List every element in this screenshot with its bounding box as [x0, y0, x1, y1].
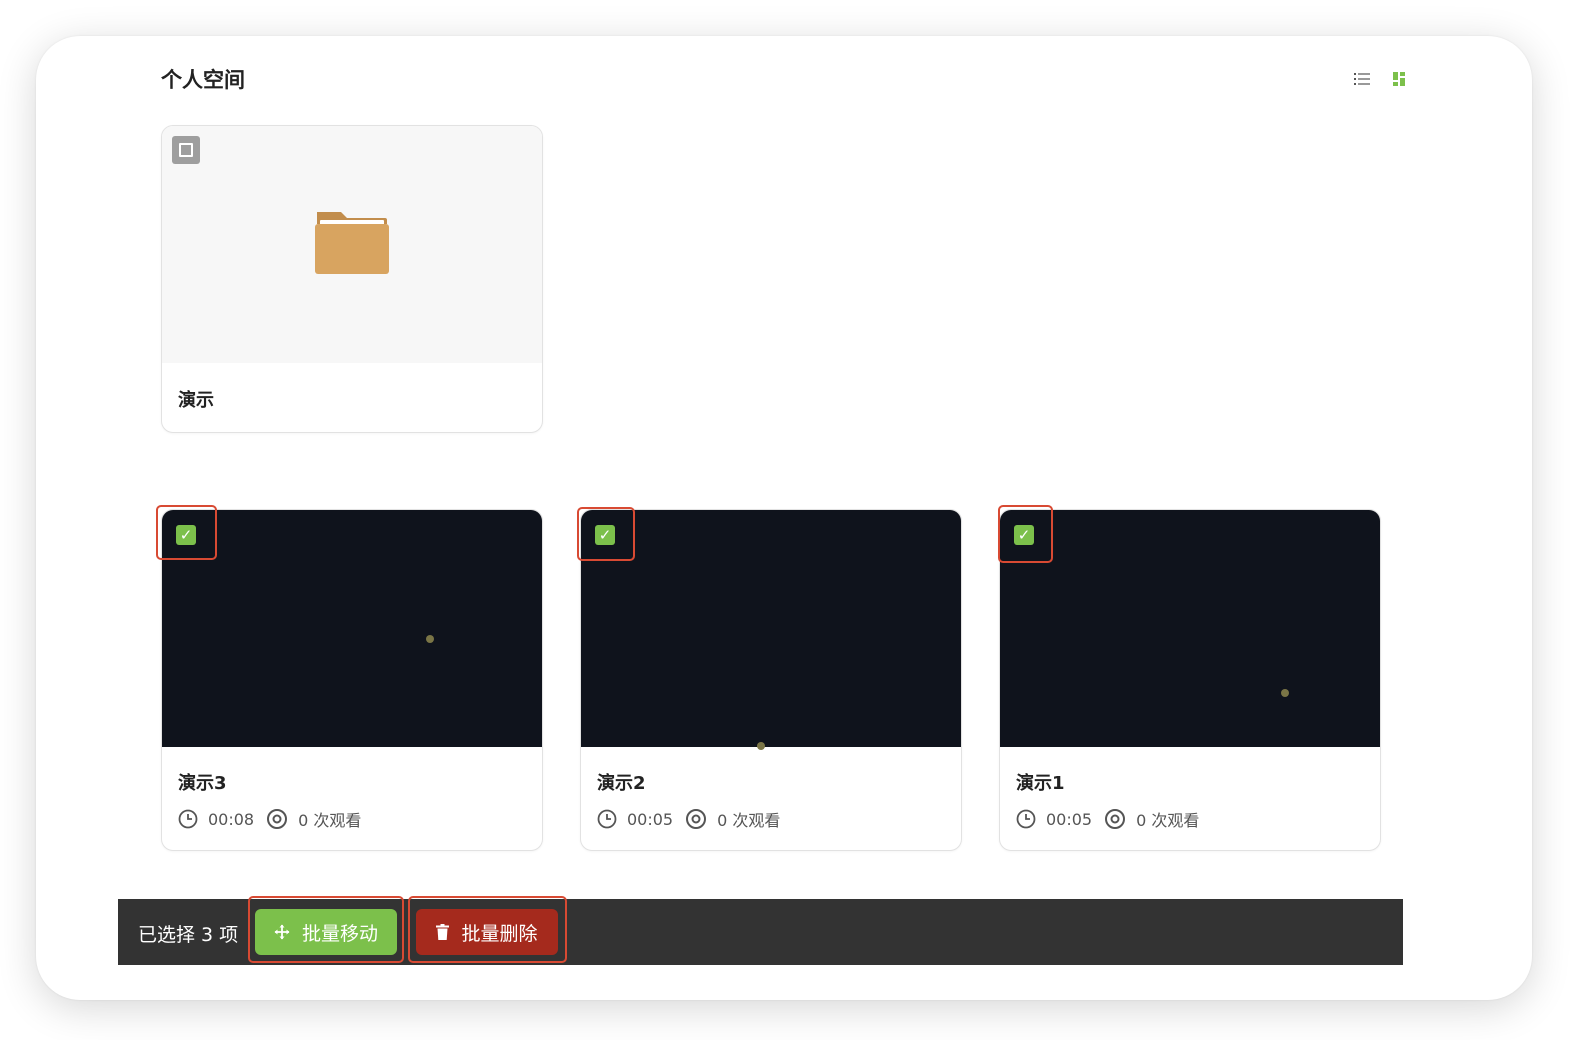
video-meta: 00:05 0 次观看 [1016, 807, 1199, 831]
folder-icon [315, 212, 389, 274]
batch-move-button[interactable]: 批量移动 [255, 909, 397, 955]
clock-icon [178, 809, 198, 829]
batch-delete-label: 批量删除 [461, 922, 538, 945]
video-checkbox[interactable]: ✓ [176, 525, 196, 545]
folder-name: 演示 [178, 390, 214, 411]
page-title: 个人空间 [161, 68, 245, 92]
video-views: 0 次观看 [298, 811, 362, 830]
video-thumbnail [1000, 510, 1380, 747]
thumbnail-dot [757, 742, 765, 750]
folder-thumbnail [162, 126, 542, 363]
video-card[interactable]: ✓ 演示1 00:05 0 次观看 [999, 509, 1381, 851]
grid-icon [1393, 72, 1405, 86]
video-checkbox[interactable]: ✓ [595, 525, 615, 545]
batch-delete-button[interactable]: 批量删除 [416, 909, 558, 955]
video-views: 0 次观看 [717, 811, 781, 830]
batch-action-bar: 已选择 3 项 批量移动 批量删除 [118, 896, 1403, 965]
video-duration: 00:08 [208, 809, 255, 829]
trash-icon [436, 924, 450, 940]
eye-icon [686, 809, 707, 829]
video-title: 演示3 [178, 773, 227, 794]
video-thumbnail [162, 510, 542, 747]
video-views: 0 次观看 [1136, 811, 1200, 830]
move-icon [274, 924, 290, 940]
video-card[interactable]: ✓ 演示2 00:05 0 次观看 [580, 509, 962, 851]
video-checkbox[interactable]: ✓ [1014, 525, 1034, 545]
thumbnail-dot [426, 635, 434, 643]
clock-icon [1016, 809, 1036, 829]
clock-icon [597, 809, 617, 829]
video-duration: 00:05 [1046, 809, 1093, 829]
selected-count: 已选择 3 项 [138, 924, 239, 946]
eye-icon [1105, 809, 1126, 829]
list-view-toggle[interactable] [1351, 68, 1373, 90]
app-window: 个人空间 演示 ✓ 演示3 00:08 0 次观看 ✓ 演示2 00:05 0 … [36, 36, 1532, 1000]
video-title: 演示1 [1016, 773, 1065, 794]
video-duration: 00:05 [627, 809, 674, 829]
video-meta: 00:05 0 次观看 [597, 807, 780, 831]
video-title: 演示2 [597, 773, 646, 794]
folder-checkbox[interactable] [172, 136, 200, 164]
grid-view-toggle[interactable] [1388, 68, 1410, 90]
eye-icon [267, 809, 288, 829]
list-icon [1354, 73, 1370, 85]
folder-card[interactable]: 演示 [161, 125, 543, 433]
video-meta: 00:08 0 次观看 [178, 807, 361, 831]
thumbnail-dot [1281, 689, 1289, 697]
batch-move-label: 批量移动 [301, 922, 378, 945]
video-card[interactable]: ✓ 演示3 00:08 0 次观看 [161, 509, 543, 851]
video-thumbnail [581, 510, 961, 750]
